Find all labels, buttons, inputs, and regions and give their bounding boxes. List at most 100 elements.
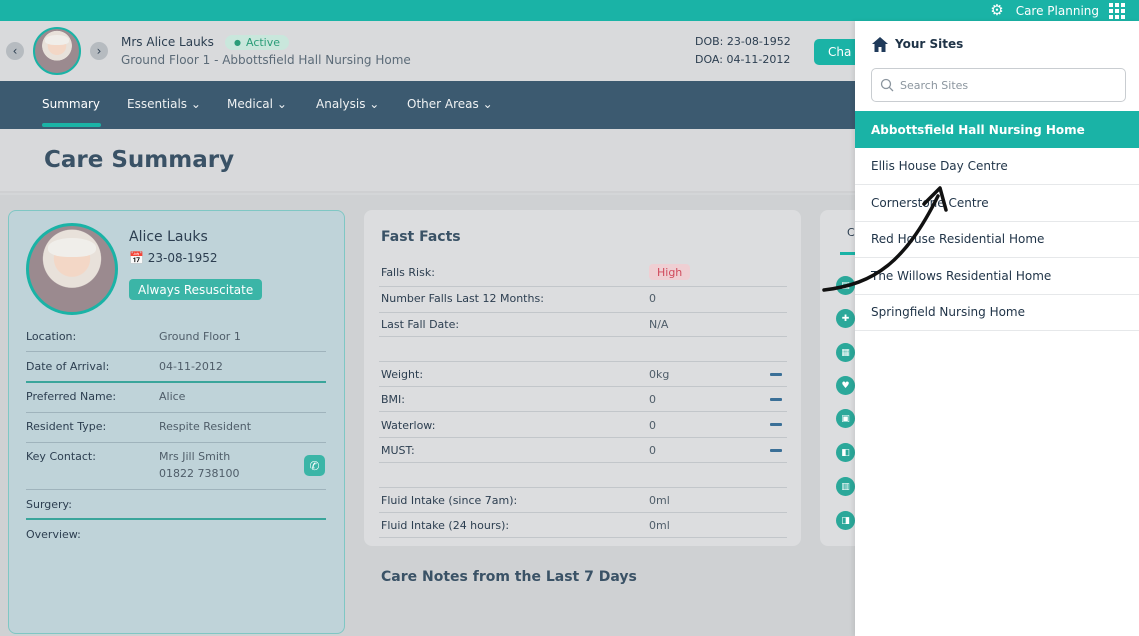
resident-card-dob: 📅 23-08-1952 xyxy=(129,251,218,265)
tab-medical[interactable]: Medical ⌄ xyxy=(227,97,287,111)
status-badge: ● Active xyxy=(225,35,290,50)
previous-resident-button[interactable]: ‹ xyxy=(6,42,24,60)
divider xyxy=(26,351,326,352)
search-placeholder: Search Sites xyxy=(900,79,969,92)
info-value: Ground Floor 1 xyxy=(159,330,241,343)
info-value: Respite Resident xyxy=(159,420,252,433)
divider xyxy=(379,336,787,337)
fact-value: 0 xyxy=(649,419,656,432)
category-icon[interactable]: ▤ xyxy=(836,276,855,295)
key-contact-phone: 01822 738100 xyxy=(159,467,240,480)
minus-icon[interactable] xyxy=(770,449,782,452)
chevron-down-icon: ⌄ xyxy=(276,97,287,111)
tab-other-areas[interactable]: Other Areas ⌄ xyxy=(407,97,493,111)
search-icon xyxy=(880,78,894,92)
info-label: Overview: xyxy=(26,528,81,541)
tab-medical-label: Medical xyxy=(227,97,273,111)
sites-panel-title: Your Sites xyxy=(895,37,964,51)
category-icon[interactable]: ♥ xyxy=(836,376,855,395)
home-icon xyxy=(872,37,888,52)
fact-label: MUST: xyxy=(381,444,415,457)
divider xyxy=(26,489,326,490)
info-label: Preferred Name: xyxy=(26,390,117,403)
site-item-red-house[interactable]: Red House Residential Home xyxy=(855,221,1139,258)
care-notes-title: Care Notes from the Last 7 Days xyxy=(381,569,637,585)
fast-facts-title: Fast Facts xyxy=(381,229,461,245)
doa-label: DOA: 04-11-2012 xyxy=(695,53,791,66)
minus-icon[interactable] xyxy=(770,423,782,426)
category-tab[interactable]: C xyxy=(847,226,855,239)
category-icon[interactable]: ▥ xyxy=(836,477,855,496)
info-value: Mrs Jill Smith xyxy=(159,450,231,463)
tab-analysis-label: Analysis xyxy=(316,97,366,111)
site-item-cornerstone[interactable]: Cornerstone Centre xyxy=(855,185,1139,222)
site-item-abbottsfield[interactable]: Abbottsfield Hall Nursing Home xyxy=(855,111,1139,148)
resident-card-dob-value: 23-08-1952 xyxy=(147,251,218,265)
resident-name: Mrs Alice Lauks xyxy=(121,35,214,49)
fact-label: Weight: xyxy=(381,368,424,381)
category-icon[interactable]: ◨ xyxy=(836,511,855,530)
divider xyxy=(26,442,326,443)
fact-label: Last Fall Date: xyxy=(381,318,460,331)
divider xyxy=(379,437,787,438)
fact-value: 0 xyxy=(649,292,656,305)
status-badge-label: Active xyxy=(245,36,281,49)
tab-essentials[interactable]: Essentials ⌄ xyxy=(127,97,201,111)
divider xyxy=(379,487,787,488)
fact-label: BMI: xyxy=(381,393,405,406)
fact-label: Fluid Intake (since 7am): xyxy=(381,494,518,507)
info-label: Key Contact: xyxy=(26,450,96,463)
avatar xyxy=(33,27,81,75)
fact-value: 0ml xyxy=(649,519,670,532)
info-label: Date of Arrival: xyxy=(26,360,110,373)
tab-summary[interactable]: Summary xyxy=(42,97,100,111)
next-resident-button[interactable]: › xyxy=(90,42,108,60)
site-item-springfield[interactable]: Springfield Nursing Home xyxy=(855,294,1139,331)
minus-icon[interactable] xyxy=(770,373,782,376)
divider xyxy=(379,411,787,412)
chevron-down-icon: ⌄ xyxy=(190,97,201,111)
phone-icon[interactable]: ✆ xyxy=(304,455,325,476)
fact-value: 0kg xyxy=(649,368,670,381)
resuscitate-badge: Always Resuscitate xyxy=(129,279,263,300)
chevron-down-icon: ⌄ xyxy=(482,97,493,111)
fact-value: 0 xyxy=(649,393,656,406)
top-bar: ⚙ Care Planning xyxy=(0,0,1139,21)
divider xyxy=(379,312,787,313)
search-sites-field[interactable]: Search Sites xyxy=(871,68,1126,102)
divider xyxy=(379,512,787,513)
info-label: Location: xyxy=(26,330,77,343)
divider xyxy=(379,361,787,362)
page-title: Care Summary xyxy=(44,147,235,173)
tab-essentials-label: Essentials xyxy=(127,97,188,111)
divider xyxy=(26,518,326,520)
category-icon[interactable]: ▣ xyxy=(836,409,855,428)
site-item-ellis-house[interactable]: Ellis House Day Centre xyxy=(855,148,1139,185)
resident-photo xyxy=(26,223,118,315)
divider xyxy=(379,537,787,538)
care-planning-link[interactable]: Care Planning xyxy=(1016,4,1099,18)
tab-other-areas-label: Other Areas xyxy=(407,97,479,111)
fact-label: Number Falls Last 12 Months: xyxy=(381,292,544,305)
info-value: 04-11-2012 xyxy=(159,360,223,373)
info-label: Resident Type: xyxy=(26,420,107,433)
divider xyxy=(26,412,326,413)
calendar-icon: 📅 xyxy=(129,251,144,265)
minus-icon[interactable] xyxy=(770,398,782,401)
tab-analysis[interactable]: Analysis ⌄ xyxy=(316,97,379,111)
fact-value: N/A xyxy=(649,318,669,331)
dob-label: DOB: 23-08-1952 xyxy=(695,35,791,48)
category-icon[interactable]: ◧ xyxy=(836,443,855,462)
falls-risk-badge: High xyxy=(649,264,691,280)
grid-apps-icon[interactable] xyxy=(1109,2,1125,19)
divider xyxy=(379,286,787,287)
fact-value: 0ml xyxy=(649,494,670,507)
fact-label: Waterlow: xyxy=(381,419,436,432)
gear-icon[interactable]: ⚙ xyxy=(990,3,1003,18)
category-icon[interactable]: ▦ xyxy=(836,343,855,362)
category-icon[interactable]: ✚ xyxy=(836,309,855,328)
fact-label: Fluid Intake (24 hours): xyxy=(381,519,510,532)
site-item-the-willows[interactable]: The Willows Residential Home xyxy=(855,258,1139,295)
fact-label: Falls Risk: xyxy=(381,266,435,279)
info-value: Alice xyxy=(159,390,186,403)
